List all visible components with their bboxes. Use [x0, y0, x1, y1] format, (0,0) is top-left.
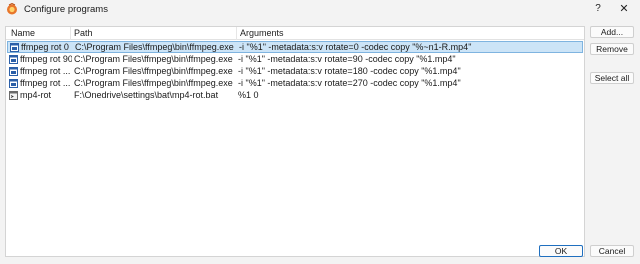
column-header-name[interactable]: Name	[8, 28, 68, 39]
cancel-button[interactable]: Cancel	[590, 245, 634, 257]
window-icon	[9, 67, 18, 76]
row-name: ffmpeg rot ...	[20, 66, 71, 76]
row-arguments: -i "%1" -metadata:s:v rotate=0 -codec co…	[239, 42, 472, 52]
row-arguments: %1 0	[238, 90, 259, 100]
window-icon	[9, 79, 18, 88]
row-path: C:\Program Files\ffmpeg\bin\ffmpeg.exe	[75, 42, 234, 52]
row-name: ffmpeg rot ...	[20, 78, 71, 88]
window-icon	[10, 43, 19, 52]
row-name: ffmpeg rot 0	[21, 42, 69, 52]
table-row[interactable]: ffmpeg rot 90 C:\Program Files\ffmpeg\bi…	[7, 54, 583, 66]
help-button[interactable]: ?	[591, 2, 605, 16]
row-path: C:\Program Files\ffmpeg\bin\ffmpeg.exe	[74, 54, 233, 64]
select-all-button[interactable]: Select all	[590, 72, 634, 84]
table-row[interactable]: ffmpeg rot ... C:\Program Files\ffmpeg\b…	[7, 78, 583, 90]
table-row[interactable]: ffmpeg rot 0 C:\Program Files\ffmpeg\bin…	[7, 41, 583, 53]
column-header-path[interactable]: Path	[71, 28, 236, 39]
table-row[interactable]: mp4-rot F:\Onedrive\settings\bat\mp4-rot…	[7, 90, 583, 102]
row-arguments: -i "%1" -metadata:s:v rotate=270 -codec …	[238, 78, 461, 88]
table-row[interactable]: ffmpeg rot ... C:\Program Files\ffmpeg\b…	[7, 66, 583, 78]
row-path: C:\Program Files\ffmpeg\bin\ffmpeg.exe	[74, 78, 233, 88]
row-arguments: -i "%1" -metadata:s:v rotate=180 -codec …	[238, 66, 461, 76]
add-button[interactable]: Add...	[590, 26, 634, 38]
app-icon	[7, 3, 17, 15]
list-header: Name Path Arguments	[6, 27, 584, 40]
window-icon	[9, 55, 18, 64]
title-bar: Configure programs ? ✕	[0, 0, 640, 19]
row-path: C:\Program Files\ffmpeg\bin\ffmpeg.exe	[74, 66, 233, 76]
window-title: Configure programs	[24, 4, 108, 15]
row-arguments: -i "%1" -metadata:s:v rotate=90 -codec c…	[238, 54, 456, 64]
ok-button[interactable]: OK	[539, 245, 583, 257]
row-path: F:\Onedrive\settings\bat\mp4-rot.bat	[74, 90, 219, 100]
row-name: ffmpeg rot 90	[20, 54, 72, 64]
remove-button[interactable]: Remove	[590, 43, 634, 55]
programs-list[interactable]: Name Path Arguments ffmpeg rot 0 C:\Prog…	[5, 26, 585, 257]
batch-file-icon	[9, 91, 18, 100]
row-name: mp4-rot	[20, 90, 52, 100]
column-header-arguments[interactable]: Arguments	[237, 28, 537, 39]
close-button[interactable]: ✕	[617, 2, 631, 16]
